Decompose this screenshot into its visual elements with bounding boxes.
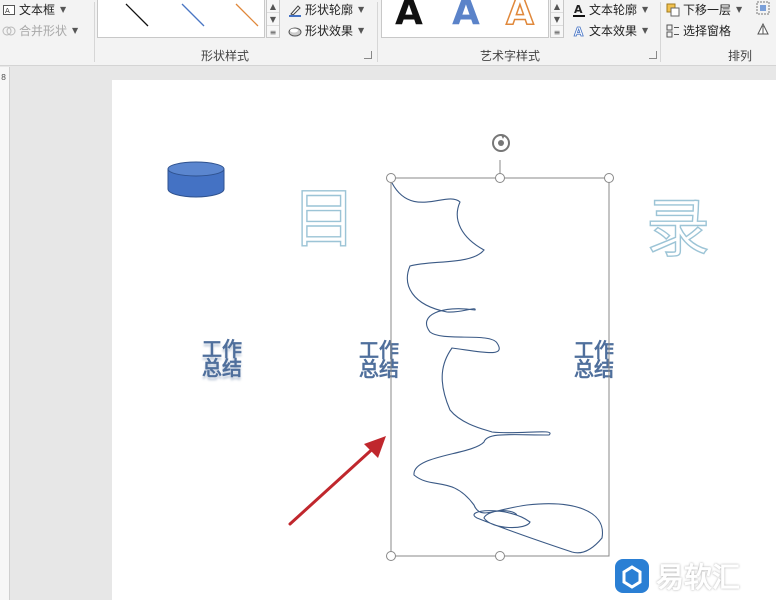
resize-handle-top-right[interactable] bbox=[604, 173, 614, 183]
svg-text:A: A bbox=[5, 7, 10, 15]
text-outline-button[interactable]: A 文本轮廓 ▼ bbox=[572, 1, 648, 18]
text-box-button[interactable]: A 文本框 ▼ bbox=[2, 1, 66, 18]
freeform-selection-layer bbox=[390, 160, 610, 557]
selection-pane-label: 选择窗格 bbox=[683, 24, 732, 38]
wordart-style-gallery[interactable]: A A A bbox=[381, 0, 549, 38]
text-outline-icon: A bbox=[572, 3, 586, 17]
scroll-down-icon[interactable]: ▼ bbox=[267, 13, 279, 26]
vertical-ruler[interactable]: 8 bbox=[0, 67, 10, 600]
chevron-down-icon: ▼ bbox=[358, 26, 365, 35]
resize-handle-top-left[interactable] bbox=[386, 173, 396, 183]
arrange-group-label: 排列 bbox=[727, 49, 752, 63]
shape-outline-button[interactable]: 形状轮廓 ▼ bbox=[288, 1, 364, 18]
text-box-label: 文本框 bbox=[19, 3, 56, 17]
chevron-down-icon: ▼ bbox=[642, 5, 649, 14]
chevron-down-icon: ▼ bbox=[736, 5, 743, 14]
style-preview-black bbox=[125, 3, 149, 27]
scroll-down-icon[interactable]: ▼ bbox=[551, 13, 563, 26]
shape-effects-label: 形状效果 bbox=[305, 24, 354, 38]
chevron-down-icon: ▼ bbox=[642, 26, 649, 35]
gallery-more-icon[interactable]: ≡ bbox=[551, 26, 563, 39]
chevron-down-icon: ▼ bbox=[72, 26, 79, 35]
pen-icon bbox=[288, 3, 302, 17]
selection-pane-button[interactable]: 选择窗格 bbox=[666, 22, 731, 39]
resize-handle-bottom-left[interactable] bbox=[386, 551, 396, 561]
chevron-down-icon: ▼ bbox=[60, 5, 67, 14]
shape-style-gallery[interactable] bbox=[97, 0, 265, 38]
resize-handle-top[interactable] bbox=[495, 173, 505, 183]
group-divider bbox=[377, 2, 378, 62]
watermark-logo-icon bbox=[614, 558, 650, 594]
watermark: 易软汇 bbox=[614, 556, 740, 596]
text-effects-button[interactable]: A 文本效果 ▼ bbox=[572, 22, 649, 39]
send-backward-button[interactable]: 下移一层 ▼ bbox=[666, 1, 742, 18]
send-backward-icon bbox=[666, 3, 680, 17]
dialog-launcher-icon[interactable] bbox=[649, 51, 657, 59]
resize-handle-bottom[interactable] bbox=[495, 551, 505, 561]
shape-style-previews bbox=[125, 3, 259, 27]
merge-shapes-button[interactable]: 合并形状 ▼ bbox=[2, 22, 78, 39]
send-backward-label: 下移一层 bbox=[683, 3, 732, 17]
text-effects-icon: A bbox=[572, 24, 586, 39]
wordart-styles-group-label: 艺术字样式 bbox=[479, 49, 540, 63]
shape-gallery-scroll[interactable]: ▲ ▼ ≡ bbox=[266, 0, 280, 38]
text-box-icon: A bbox=[2, 3, 16, 17]
selection-pane-icon bbox=[666, 24, 680, 38]
red-arrow-annotation bbox=[288, 436, 386, 526]
rotate-handle-icon[interactable] bbox=[490, 132, 512, 154]
wordart-gallery-scroll[interactable]: ▲ ▼ ≡ bbox=[550, 0, 564, 38]
watermark-text: 易软汇 bbox=[656, 561, 741, 594]
rotate-icon bbox=[756, 22, 770, 36]
group-divider bbox=[94, 2, 95, 62]
shape-effects-icon bbox=[288, 24, 302, 38]
wordart-style-blue[interactable]: A bbox=[452, 0, 480, 33]
wordart-style-orange[interactable]: A bbox=[505, 0, 534, 34]
align-icon bbox=[756, 1, 770, 15]
rotate-button[interactable] bbox=[756, 22, 770, 36]
scroll-up-icon[interactable]: ▲ bbox=[267, 0, 279, 13]
scroll-up-icon[interactable]: ▲ bbox=[551, 0, 563, 13]
chevron-down-icon: ▼ bbox=[358, 5, 365, 14]
svg-text:A: A bbox=[574, 3, 583, 16]
shape-effects-button[interactable]: 形状效果 ▼ bbox=[288, 22, 364, 39]
style-preview-blue bbox=[181, 3, 205, 27]
slide-canvas[interactable]: 目 录 工作 总结 工作 总结 工作 总结 bbox=[112, 80, 776, 600]
gallery-more-icon[interactable]: ≡ bbox=[267, 26, 279, 39]
svg-text:A: A bbox=[574, 25, 584, 38]
group-divider bbox=[660, 2, 661, 62]
ribbon: A 文本框 ▼ 合并形状 ▼ ▲ ▼ ≡ 形状轮廓 ▼ 形状效果 ▼ 形状样式 … bbox=[0, 0, 776, 66]
merge-shapes-icon bbox=[2, 24, 16, 38]
shape-styles-group-label: 形状样式 bbox=[200, 49, 249, 63]
merge-shapes-label: 合并形状 bbox=[19, 24, 68, 38]
text-outline-label: 文本轮廓 bbox=[589, 3, 638, 17]
wordart-style-black[interactable]: A bbox=[395, 0, 423, 33]
freeform-scribble bbox=[391, 182, 603, 554]
selection-box bbox=[390, 177, 610, 557]
text-effects-label: 文本效果 bbox=[589, 24, 638, 38]
shape-outline-label: 形状轮廓 bbox=[305, 3, 354, 17]
ruler-mark: 8 bbox=[1, 73, 7, 82]
align-button[interactable] bbox=[756, 1, 770, 15]
dialog-launcher-icon[interactable] bbox=[364, 51, 372, 59]
style-preview-orange bbox=[235, 3, 259, 27]
